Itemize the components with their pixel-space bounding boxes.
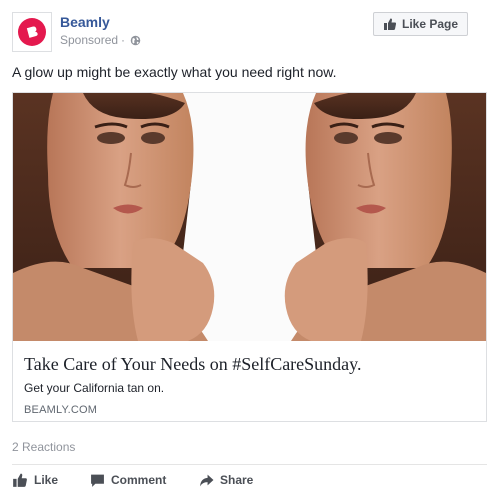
globe-icon[interactable] <box>130 35 141 46</box>
share-icon <box>200 474 214 486</box>
right-portrait <box>284 93 486 341</box>
comment-button[interactable]: Comment <box>90 470 166 490</box>
ad-domain: BEAMLY.COM <box>24 404 98 416</box>
like-page-label: Like Page <box>401 17 459 31</box>
ad-card[interactable]: Take Care of Your Needs on #SelfCareSund… <box>12 92 487 422</box>
like-label: Like <box>34 473 59 487</box>
thumbs-up-icon <box>13 473 27 487</box>
left-portrait <box>13 93 215 341</box>
sponsored-text[interactable]: Sponsored <box>60 33 118 47</box>
ad-image[interactable] <box>13 93 486 341</box>
comment-label: Comment <box>111 473 167 487</box>
page-name-link[interactable]: Beamly <box>60 14 110 30</box>
post-message: A glow up might be exactly what you need… <box>12 64 337 80</box>
divider <box>12 464 487 465</box>
beamly-logo-icon <box>18 18 46 46</box>
thumbs-up-icon <box>383 18 397 30</box>
separator: · <box>121 33 126 47</box>
page-avatar[interactable] <box>12 12 52 52</box>
reactions-count[interactable]: 2 Reactions <box>12 440 75 454</box>
comment-icon <box>91 474 104 487</box>
share-button[interactable]: Share <box>199 470 253 490</box>
sponsored-post: Beamly Sponsored · Like Page A glow up m… <box>0 0 499 495</box>
like-page-button[interactable]: Like Page <box>373 12 468 36</box>
ad-description: Get your California tan on. <box>24 381 165 395</box>
ad-headline[interactable]: Take Care of Your Needs on #SelfCareSund… <box>24 354 362 375</box>
share-label: Share <box>220 473 254 487</box>
sponsored-label: Sponsored · <box>60 33 141 47</box>
mirrored-portrait-image <box>13 93 486 341</box>
like-button[interactable]: Like <box>12 470 58 490</box>
